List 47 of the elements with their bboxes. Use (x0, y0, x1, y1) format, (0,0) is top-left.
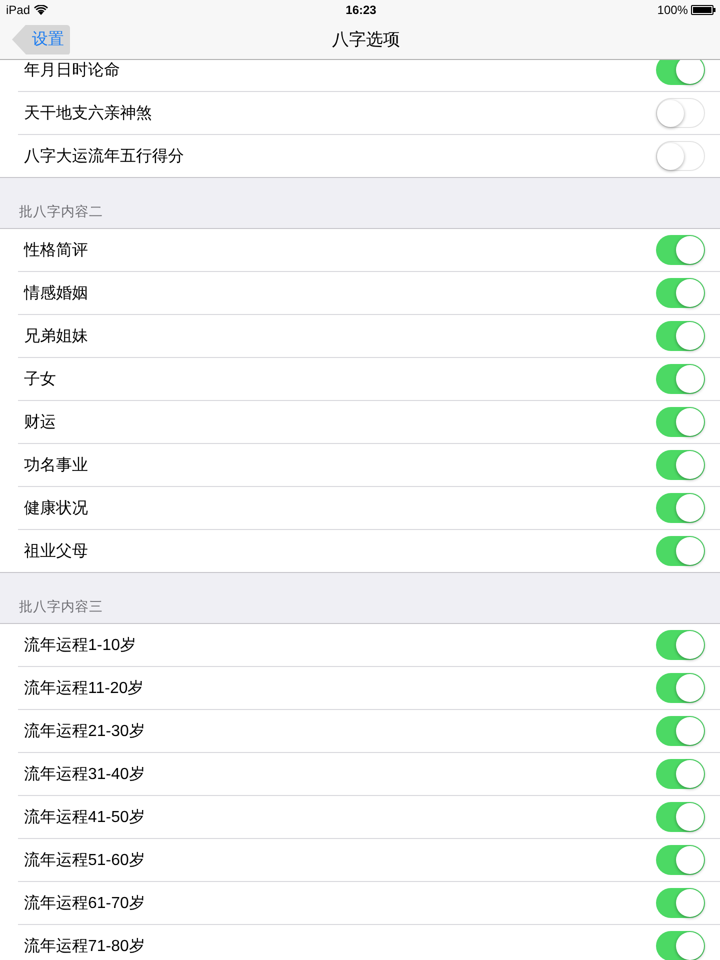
setting-label: 情感婚姻 (24, 284, 88, 304)
section-header: 批八字内容二 (19, 204, 103, 220)
toggle-switch[interactable] (656, 60, 705, 85)
toggle-switch[interactable] (656, 98, 705, 128)
section-header: 批八字内容三 (19, 599, 103, 615)
setting-label: 祖业父母 (24, 542, 88, 562)
toggle-switch[interactable] (656, 931, 705, 960)
setting-label: 性格简评 (24, 240, 88, 260)
back-button[interactable]: 设置 (12, 24, 70, 54)
toggle-switch[interactable] (656, 321, 705, 351)
toggle-switch[interactable] (656, 278, 705, 308)
setting-label: 健康状况 (24, 498, 88, 518)
toggle-switch[interactable] (656, 536, 705, 566)
setting-label: 流年运程51-60岁 (24, 850, 145, 870)
setting-label: 流年运程21-30岁 (24, 722, 145, 742)
setting-label: 流年运程61-70岁 (24, 894, 145, 914)
toggle-switch[interactable] (656, 845, 705, 875)
toggle-switch[interactable] (656, 888, 705, 918)
toggle-switch[interactable] (656, 802, 705, 832)
page-title: 八字选项 (332, 29, 400, 51)
battery-percent: 100% (657, 3, 688, 17)
wifi-icon (34, 5, 48, 15)
setting-label: 流年运程11-20岁 (24, 678, 144, 698)
toggle-switch[interactable] (656, 493, 705, 523)
toggle-switch[interactable] (656, 450, 705, 480)
toggle-switch[interactable] (656, 716, 705, 746)
setting-label: 财运 (24, 412, 56, 432)
setting-label: 功名事业 (24, 456, 88, 476)
toggle-switch[interactable] (656, 630, 705, 660)
setting-label: 兄弟姐妹 (24, 326, 88, 346)
toggle-switch[interactable] (656, 407, 705, 437)
toggle-switch[interactable] (656, 235, 705, 265)
clock-time: 16:23 (346, 3, 376, 17)
device-name: iPad (6, 3, 30, 17)
setting-label: 八字大运流年五行得分 (24, 146, 184, 166)
battery-icon (690, 5, 716, 15)
toggle-switch[interactable] (656, 759, 705, 789)
toggle-switch[interactable] (656, 673, 705, 703)
setting-label: 流年运程41-50岁 (24, 808, 145, 828)
setting-label: 天干地支六亲神煞 (24, 104, 152, 124)
setting-label: 年月日时论命 (24, 60, 120, 80)
setting-label: 流年运程31-40岁 (24, 764, 145, 784)
setting-label: 子女 (24, 370, 56, 390)
toggle-switch[interactable] (656, 364, 705, 394)
setting-label: 流年运程1-10岁 (24, 636, 136, 656)
toggle-switch[interactable] (656, 141, 705, 171)
setting-label: 流年运程71-80岁 (24, 936, 145, 956)
